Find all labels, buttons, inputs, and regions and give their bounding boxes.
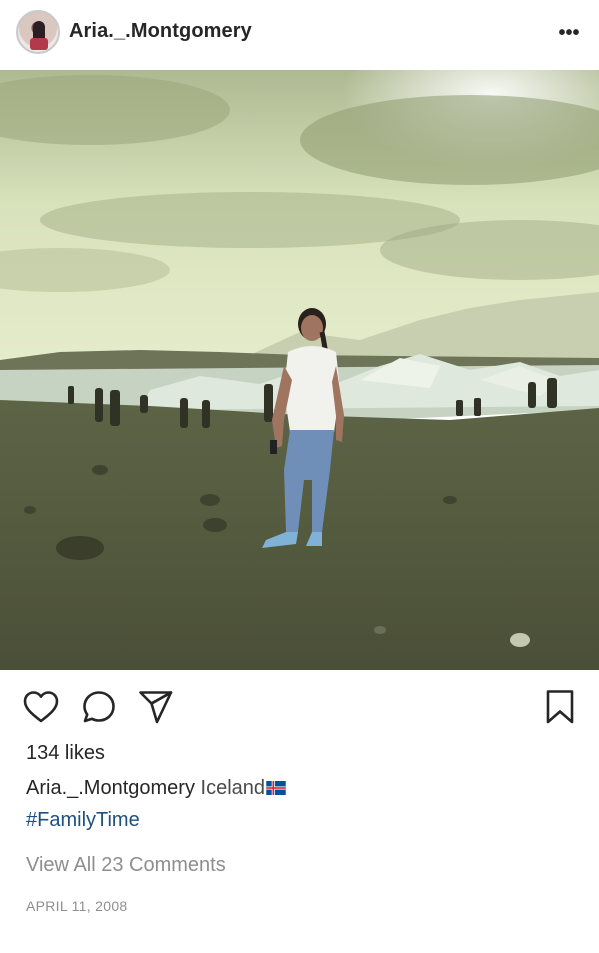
avatar[interactable]: [16, 10, 60, 54]
post-caption: Aria._.Montgomery Iceland: [26, 777, 286, 800]
post-username[interactable]: Aria._.Montgomery: [69, 20, 252, 43]
likes-count[interactable]: 134 likes: [26, 742, 105, 765]
bookmark-icon[interactable]: [541, 688, 579, 726]
paper-plane-icon[interactable]: [137, 688, 175, 726]
caption-text: Iceland: [200, 777, 266, 799]
post-photo[interactable]: [0, 70, 599, 670]
more-options-icon[interactable]: •••: [556, 22, 582, 44]
avatar-figure-shirt: [30, 38, 48, 50]
caption-username[interactable]: Aria._.Montgomery: [26, 777, 195, 799]
post-actions: [0, 680, 599, 734]
post-header: Aria._.Montgomery •••: [0, 0, 599, 66]
view-comments-link[interactable]: View All 23 Comments: [26, 854, 226, 877]
hashtag-link[interactable]: #FamilyTime: [26, 809, 140, 832]
iceland-flag-icon: [266, 778, 286, 795]
heart-icon[interactable]: [22, 688, 60, 726]
post-date: APRIL 11, 2008: [26, 898, 128, 914]
comment-icon[interactable]: [80, 688, 118, 726]
